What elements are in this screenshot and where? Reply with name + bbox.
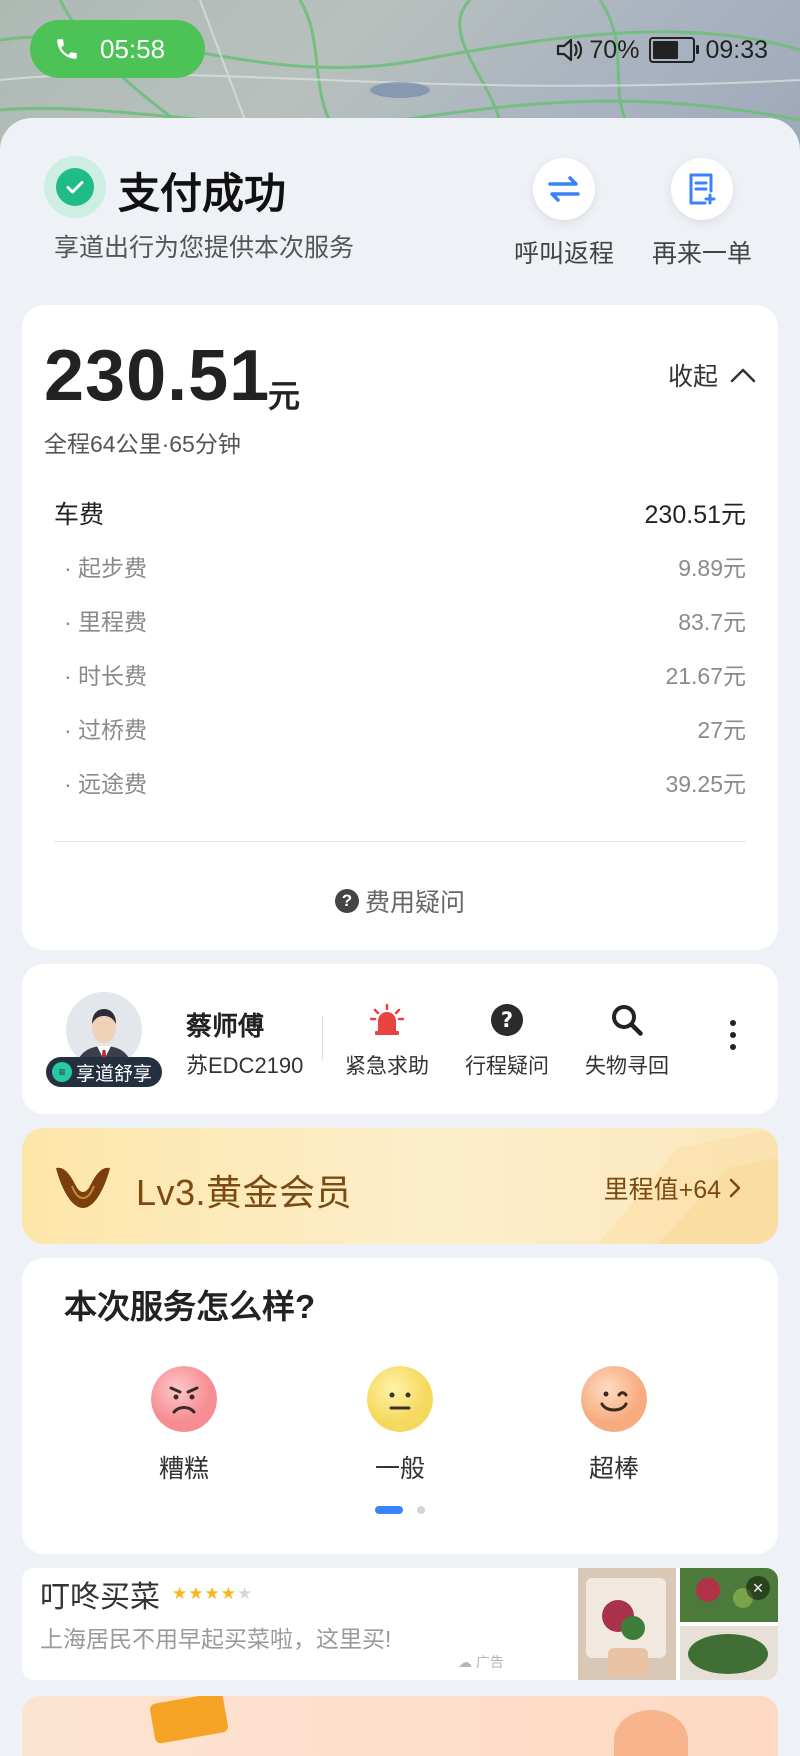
volume-icon [557,38,583,62]
ad-rating-stars: ★★★★★ [172,1584,254,1603]
fee-total-label: 车费 [54,501,105,529]
trip-distance-duration: 全程64公里·65分钟 [44,431,241,457]
swap-arrows-icon [548,176,580,202]
mileage-points: 里程值+64 [604,1170,742,1206]
divider [322,1016,323,1060]
reorder-doc-icon [689,173,716,205]
more-options-icon[interactable] [730,1020,738,1056]
trip-question-button[interactable]: ? 行程疑问 [452,1002,562,1080]
vip-service-badge: ≡ 享道舒享 [46,1057,163,1087]
success-check-icon [44,156,106,218]
fare-card: 230.51 元 全程64公里·65分钟 收起 车费 230.51元 · 起步费… [22,305,778,950]
clock: 09:33 [705,35,768,64]
happy-face-icon [581,1366,647,1432]
emergency-help-button[interactable]: 紧急求助 [332,1002,442,1080]
rating-title: 本次服务怎么样? [64,1288,316,1325]
rating-card: 本次服务怎么样? 糟糕 一般 超棒 [22,1258,778,1554]
driver-name: 蔡师傅 [186,1011,265,1041]
fee-row: · 起步费 9.89元 [64,555,746,581]
fare-unit: 元 [268,378,301,414]
fee-row: · 时长费 21.67元 [64,663,746,689]
call-duration: 05:58 [100,33,166,64]
rating-ok-button[interactable]: 一般 [340,1366,460,1485]
phone-icon [57,39,77,59]
collapse-toggle[interactable]: 收起 [668,357,756,393]
ad-banner[interactable]: 叮咚买菜 ★★★★★ 上海居民不用早起买菜啦，这里买! ☁ 广告 × [22,1568,778,1680]
gold-member-logo-icon [56,1167,110,1208]
member-level: Lv3.黄金会员 [136,1172,353,1213]
promo-graphic [614,1710,688,1756]
rating-great-button[interactable]: 超棒 [554,1366,674,1485]
battery-percent: 70% [589,35,640,64]
call-return-trip-button[interactable]: 呼叫返程 [504,158,624,270]
reorder-button[interactable]: 再来一单 [642,158,762,270]
service-subtitle: 享道出行为您提供本次服务 [54,234,355,262]
fee-total-value: 230.51元 [644,501,746,529]
system-status: 70% 09:33 [555,32,768,68]
page-title: 支付成功 [118,170,287,217]
divider [54,841,746,842]
lost-item-button[interactable]: 失物寻回 [572,1002,682,1080]
neutral-face-icon [367,1366,433,1432]
fee-question-link[interactable]: ? 费用疑问 [22,883,778,919]
chevron-right-icon [729,1178,741,1198]
membership-banner[interactable]: Lv3.黄金会员 里程值+64 [22,1128,778,1244]
battery-icon [649,37,700,63]
question-icon: ? [334,889,359,913]
ad-label: ☁ 广告 [458,1654,504,1670]
ongoing-call-pill[interactable]: 05:58 [30,20,205,78]
fee-row: · 过桥费 27元 [64,717,746,743]
service-logo-icon: ≡ [52,1062,72,1082]
angry-face-icon [151,1366,217,1432]
ad-description: 上海居民不用早起买菜啦，这里买! [40,1626,392,1652]
driver-card: ≡ 享道舒享 蔡师傅 苏EDC2190 紧急求助 ? 行程疑问 失物寻回 [22,964,778,1114]
fee-row: · 里程费 83.7元 [64,609,746,635]
page-indicator [22,1506,778,1514]
ad-title: 叮咚买菜 [40,1581,160,1614]
chevron-up-icon [730,368,756,383]
close-icon[interactable]: × [746,1576,770,1600]
fee-row: · 远途费 39.25元 [64,771,746,797]
alarm-icon [370,1003,404,1035]
fare-amount: 230.51 [44,336,271,416]
svg-text:?: ? [501,1008,513,1032]
promo-banner[interactable] [22,1696,778,1756]
license-plate: 苏EDC2190 [186,1053,304,1078]
rating-bad-button[interactable]: 糟糕 [124,1366,244,1485]
promo-graphic [149,1696,229,1745]
question-icon: ? [491,1004,523,1036]
search-icon [612,1005,643,1036]
